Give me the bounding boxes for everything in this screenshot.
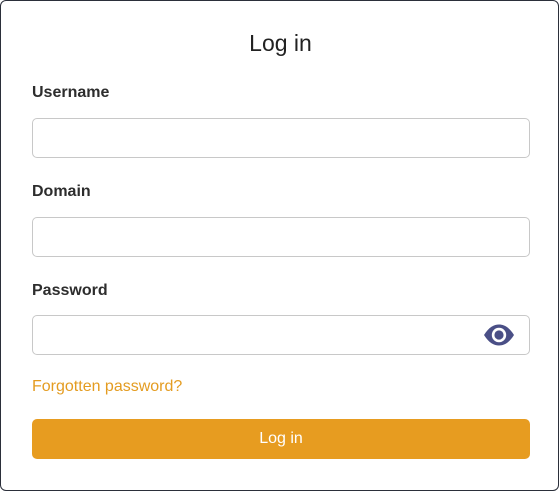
password-input[interactable] [32,315,530,355]
login-dialog: Log in Username Domain Password Forgotte… [0,0,559,491]
domain-label: Domain [32,183,91,200]
username-input[interactable] [32,118,530,158]
password-field-wrapper [32,315,530,355]
forgot-password-link[interactable]: Forgotten password? [32,377,182,397]
username-label: Username [32,84,110,101]
password-label: Password [32,282,108,299]
domain-input[interactable] [32,217,530,257]
login-button[interactable]: Log in [32,419,530,459]
show-password-toggle[interactable] [482,321,516,349]
dialog-title: Log in [249,30,312,56]
eye-icon [484,324,514,346]
